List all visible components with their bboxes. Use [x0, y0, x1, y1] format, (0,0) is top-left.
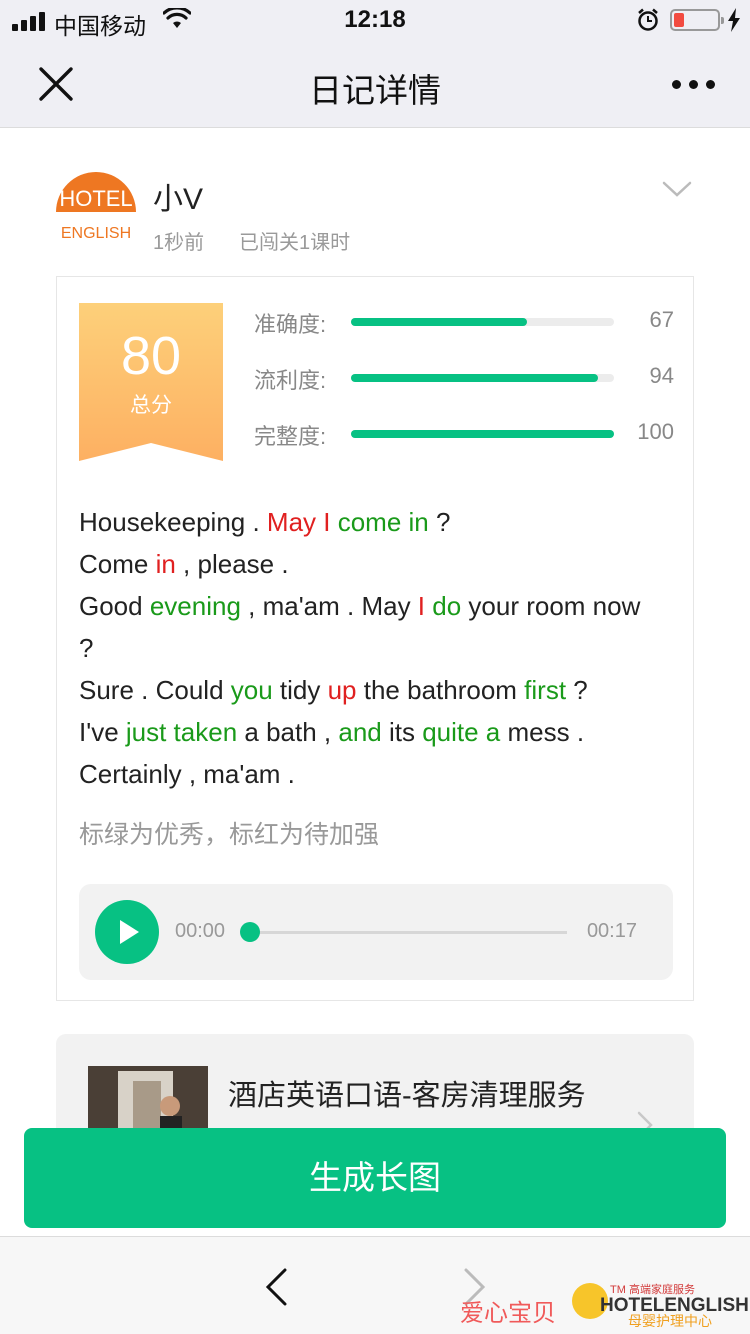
metric-bar: [351, 374, 614, 382]
metric-bar: [351, 318, 614, 326]
post-time: 1秒前: [153, 232, 205, 254]
word-text: its: [381, 717, 423, 747]
color-legend-hint: 标绿为优秀，标红为待加强: [79, 821, 380, 849]
word-excellent: do: [432, 591, 462, 621]
word-text: I've: [79, 717, 126, 747]
dialogue-line: Come in , please .: [79, 543, 659, 585]
play-button[interactable]: [95, 900, 159, 964]
word-text: Sure . Could: [79, 675, 231, 705]
word-text: Come: [79, 549, 156, 579]
metric-completeness: 完整度: 100: [254, 419, 674, 449]
watermark: 爱心宝贝 TM 高端家庭服务 HOTELENGLISH 母婴护理中心: [460, 1281, 750, 1331]
metric-value: 100: [637, 419, 674, 444]
word-excellent: just taken: [125, 717, 238, 747]
play-icon: [120, 920, 139, 944]
metric-fluency: 流利度: 94: [254, 363, 674, 393]
back-arrow-icon[interactable]: [263, 1267, 289, 1307]
page-title: 日记详情: [309, 72, 441, 109]
more-icon[interactable]: [672, 80, 716, 90]
audio-player: 00:00 00:17: [79, 884, 673, 980]
dialogue-line: Good evening , ma'am . May I do your roo…: [79, 585, 659, 669]
chevron-down-icon[interactable]: [662, 180, 692, 198]
word-text: a bath ,: [237, 717, 339, 747]
word-text: ?: [566, 675, 588, 705]
battery-icon: [670, 9, 724, 31]
word-text: ?: [428, 507, 451, 537]
metric-accuracy: 准确度: 67: [254, 307, 674, 337]
word-text: [330, 507, 337, 537]
audio-progress-track[interactable]: [249, 931, 567, 934]
word-text: Good: [79, 591, 150, 621]
word-text: , ma'am . May: [240, 591, 418, 621]
word-excellent: first: [524, 675, 567, 705]
bottom-toolbar: 爱心宝贝 TM 高端家庭服务 HOTELENGLISH 母婴护理中心: [0, 1236, 750, 1334]
metric-bar-fill: [351, 374, 599, 382]
metric-value: 67: [649, 307, 674, 332]
audio-current-time: 00:00: [175, 920, 226, 942]
word-excellent: come in: [337, 507, 429, 537]
word-excellent: evening: [149, 591, 241, 621]
course-title: 酒店英语口语-客房清理服务: [228, 1080, 586, 1112]
username: 小V: [153, 183, 204, 216]
generate-long-image-button[interactable]: 生成长图: [24, 1128, 726, 1228]
word-needs-work: I: [417, 591, 426, 621]
word-text: , please .: [175, 549, 289, 579]
alarm-icon: [638, 8, 658, 31]
charging-icon: [728, 8, 740, 32]
word-text: the bathroom: [356, 675, 525, 705]
metric-label: 准确度:: [254, 312, 327, 337]
audio-duration: 00:17: [586, 920, 637, 942]
word-text: tidy: [272, 675, 328, 705]
word-needs-work: May I: [266, 507, 331, 537]
avatar-logo-bottom: ENGLISH: [61, 225, 131, 242]
metric-value: 94: [649, 363, 674, 388]
watermark-left-text: 爱心宝贝: [460, 1300, 556, 1327]
watermark-sub: 母婴护理中心: [628, 1313, 712, 1329]
dialogue-line: Housekeeping . May I come in ?: [79, 501, 659, 543]
dialogue-transcript: Housekeeping . May I come in ? Come in , …: [79, 501, 659, 795]
dialogue-line: I've just taken a bath , and its quite a…: [79, 711, 659, 753]
dialogue-line: Certainly , ma'am .: [79, 753, 659, 795]
word-excellent: and: [338, 717, 382, 747]
total-score-badge: 80 总分: [79, 303, 223, 461]
metric-bar-fill: [351, 430, 614, 438]
metric-bar: [351, 430, 614, 438]
word-text: Certainly , ma'am .: [79, 759, 295, 789]
total-score-label: 总分: [130, 394, 172, 417]
score-card: 80 总分 准确度: 67 流利度: 94 完整度: 100 Housekeep…: [56, 276, 694, 1001]
dialogue-line: Sure . Could you tidy up the bathroom fi…: [79, 669, 659, 711]
avatar[interactable]: HOTEL ENGLISH: [56, 170, 136, 250]
avatar-logo-top: HOTEL: [59, 186, 132, 211]
top-bar: 中国移动 12:18 日记详情: [0, 0, 750, 128]
metric-bar-fill: [351, 318, 528, 326]
total-score: 80: [120, 326, 182, 386]
word-text: Housekeeping .: [79, 507, 267, 537]
word-text: mess .: [500, 717, 585, 747]
lesson-progress: 已闯关1课时: [239, 232, 351, 254]
status-bar: 中国移动 12:18: [0, 0, 750, 40]
word-needs-work: in: [155, 549, 176, 579]
metric-label: 流利度:: [254, 368, 327, 393]
audio-progress-handle[interactable]: [240, 922, 260, 942]
word-excellent: quite a: [422, 717, 501, 747]
word-needs-work: up: [327, 675, 357, 705]
word-excellent: you: [230, 675, 273, 705]
metric-label: 完整度:: [254, 424, 327, 449]
